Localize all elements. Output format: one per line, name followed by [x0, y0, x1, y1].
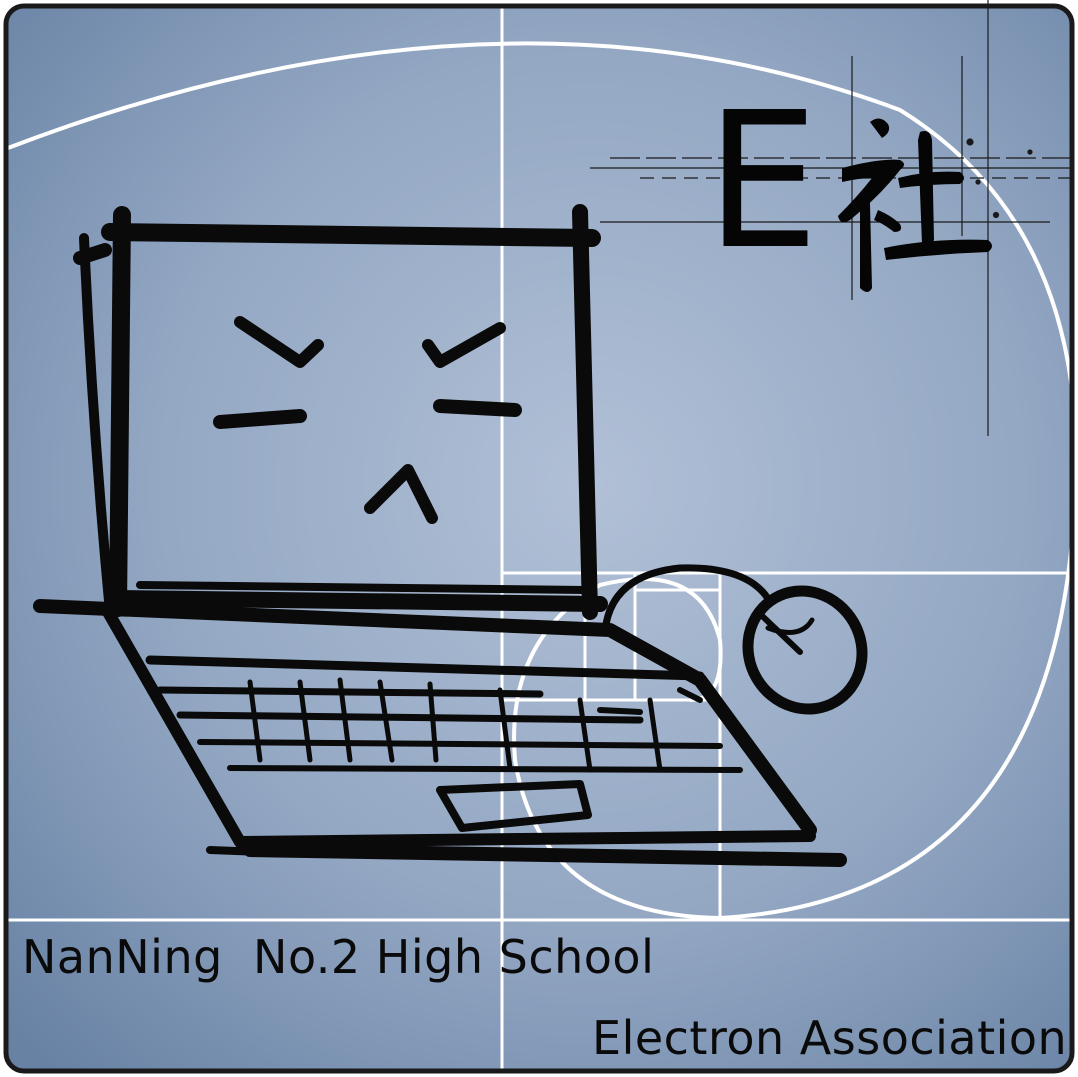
school-name: NanNing No.2 High School [22, 930, 655, 984]
logo-mark-letter: E [706, 72, 819, 291]
background-panel [6, 6, 1072, 1071]
logo-artwork [3, 0, 1075, 1074]
association-logo [0, 0, 1078, 1077]
association-name: Electron Association [592, 1011, 1068, 1065]
